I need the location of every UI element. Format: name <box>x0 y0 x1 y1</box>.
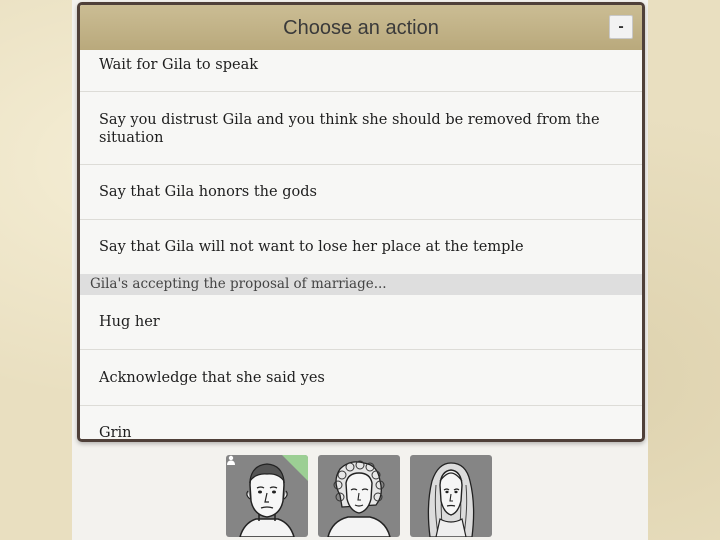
action-option-acknowledge[interactable]: Acknowledge that she said yes <box>80 350 642 406</box>
long-hair-woman-portrait[interactable] <box>410 455 492 537</box>
player-portrait[interactable] <box>226 455 308 537</box>
section-header: Gila's accepting the proposal of marriag… <box>80 274 642 295</box>
character-portraits <box>226 455 496 537</box>
dialog-title: Choose an action <box>283 17 439 39</box>
dialog-header: Choose an action - <box>80 5 642 51</box>
action-dialog: Choose an action - Wait for Gila to spea… <box>77 2 645 442</box>
woman-face-icon <box>427 462 475 537</box>
option-label: Say that Gila honors the gods <box>99 184 317 200</box>
option-label: Acknowledge that she said yes <box>99 370 325 386</box>
person-icon <box>227 455 235 465</box>
minimize-button[interactable]: - <box>609 15 633 39</box>
action-option-distrust[interactable]: Say you distrust Gila and you think she … <box>80 92 642 165</box>
option-label: Hug her <box>99 314 160 330</box>
option-label: Say you distrust Gila and you think she … <box>99 112 600 146</box>
action-option-honors-gods[interactable]: Say that Gila honors the gods <box>80 165 642 220</box>
option-label: Grin <box>99 425 132 441</box>
curly-hair-woman-portrait[interactable] <box>318 455 400 537</box>
action-option-wait[interactable]: Wait for Gila to speak <box>80 50 642 92</box>
section-label: Gila's accepting the proposal of marriag… <box>90 276 387 292</box>
action-option-temple-place[interactable]: Say that Gila will not want to lose her … <box>80 220 642 275</box>
active-indicator <box>282 455 308 481</box>
option-label: Wait for Gila to speak <box>99 57 259 73</box>
action-option-grin[interactable]: Grin <box>80 406 642 441</box>
woman-face-icon <box>327 460 391 537</box>
option-label: Say that Gila will not want to lose her … <box>99 239 524 255</box>
action-options-list: Wait for Gila to speak Say you distrust … <box>80 50 642 439</box>
action-option-hug[interactable]: Hug her <box>80 295 642 350</box>
